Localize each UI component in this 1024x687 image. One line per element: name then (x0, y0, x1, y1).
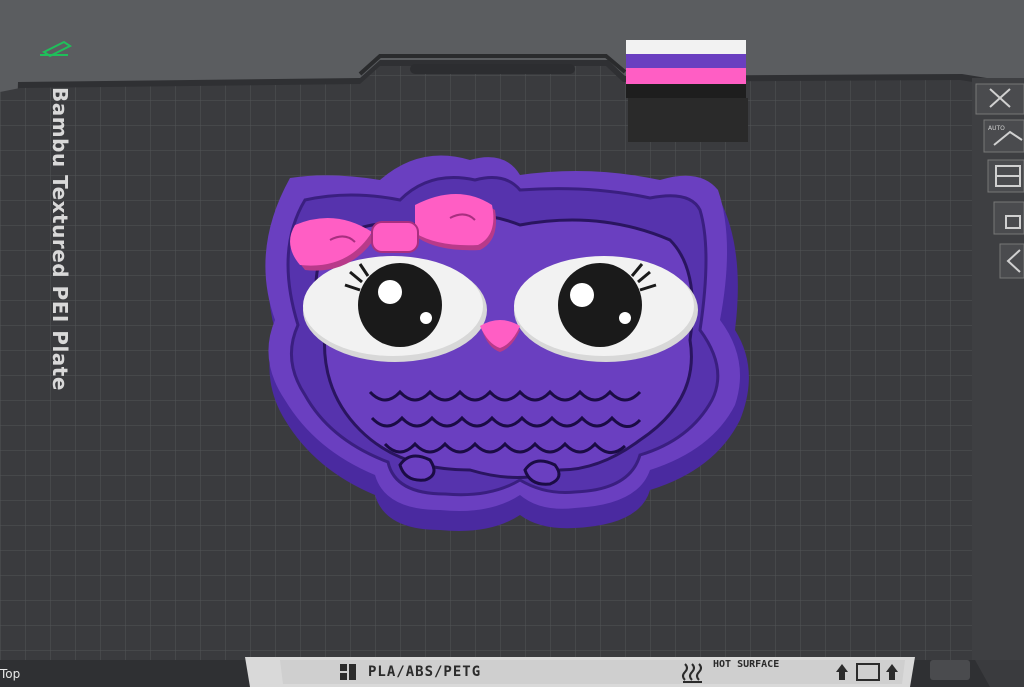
3d-viewport[interactable]: AUTO (0, 0, 1024, 687)
hot-surface-label: HOT SURFACE (713, 659, 780, 670)
svg-text:AUTO: AUTO (988, 125, 1005, 132)
prime-tower[interactable] (626, 40, 748, 142)
arrange-icon[interactable] (987, 159, 1024, 193)
view-label: Top (0, 667, 21, 681)
chevron-left-icon[interactable] (999, 243, 1024, 279)
auto-orient-icon[interactable]: AUTO (983, 119, 1024, 153)
material-label: PLA/ABS/PETG (368, 664, 482, 680)
bottom-info-bar: PLA/ABS/PETG HOT SURFACE (250, 657, 910, 687)
owl-model[interactable] (265, 155, 749, 532)
close-icon[interactable] (975, 83, 1024, 115)
plate-name-label: Bambu Textured PEI Plate (48, 87, 72, 391)
lock-icon[interactable] (993, 201, 1024, 235)
edit-icon[interactable] (40, 40, 72, 58)
